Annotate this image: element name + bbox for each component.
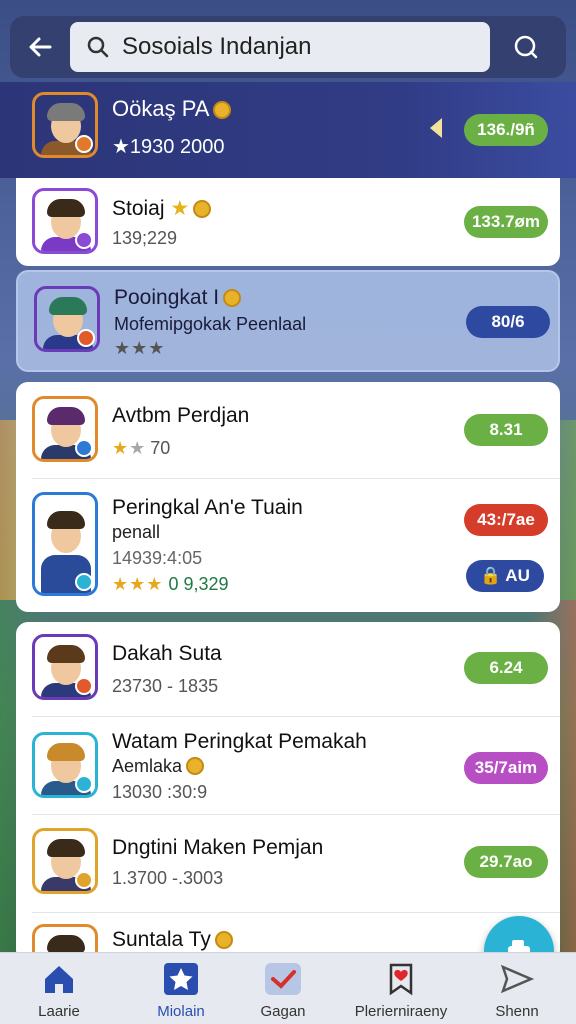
check-icon [265,963,301,995]
coin-icon [186,757,205,775]
score-pill: 43:/7ae [464,504,548,536]
current-player-row[interactable]: Oökaş PA ★1930 2000 136./9ñ [0,82,576,178]
score-pill: 6.24 [464,652,548,684]
avatar [32,396,98,462]
coin-icon [193,200,212,218]
nav-label: Gagan [260,1003,306,1020]
avatar [32,92,98,158]
coin-icon [214,931,233,949]
player-score: 13030 :30:9 [112,782,208,802]
search-query: Sosoials Indanjan [122,33,312,60]
avatar [32,634,98,700]
player-score: 1.3700 -.3003 [112,868,224,888]
player-score: 14939:4:05 [112,548,203,568]
nav-item-share[interactable]: Shenn [462,961,572,1020]
search-icon [87,36,109,58]
lock-badge[interactable]: 🔒 AU [466,560,544,592]
score-pill: 136./9ñ [464,114,548,146]
score-pill: 29.7ao [464,846,548,878]
top-bar: Sosoials Indanjan [10,16,566,78]
star-rating: ★★★ 0 9,329 [112,574,229,594]
player-score: 139;229 [112,228,178,248]
avatar [32,188,98,254]
player-score: 23730 - 1835 [112,676,219,696]
nav-label: Miolain [157,1003,205,1020]
leaderboard-card: Dakah Suta 23730 - 1835 6.24 Watam Perin… [16,622,560,962]
player-name: Stoiaj ★ [112,196,212,221]
coin-icon [213,101,232,119]
bottom-nav: Laarie Miolain Gagan Plerierniraeny Shen… [0,952,576,1024]
player-name: Peringkal An'e Tuain [112,496,303,519]
leaderboard-card: Avtbm Perdjan ★★ 70 8.31 Peringkal An'e … [16,382,560,612]
nav-item-favorites[interactable]: Plerierniraeny [336,961,466,1020]
send-icon [500,964,535,994]
avatar [34,286,100,352]
home-icon [45,966,73,993]
nav-label: Laarie [38,1003,80,1020]
nav-item-home[interactable]: Laarie [4,961,114,1020]
search-icon [514,35,538,59]
search-button[interactable] [490,16,562,78]
caret-left-icon [430,118,442,138]
player-subtitle: penall [112,522,161,542]
player-name: Avtbm Perdjan [112,404,250,427]
avatar [32,828,98,894]
player-score: ★1930 2000 [112,136,225,158]
player-name: Pooingkat I [114,286,242,310]
score-pill: 80/6 [466,306,550,338]
nav-item-games[interactable]: Gagan [228,961,338,1020]
player-name: Suntala Ty [112,928,233,952]
arrow-left-icon [29,37,52,57]
divider [32,814,560,815]
nav-label: Plerierniraeny [354,1003,448,1020]
leaderboard-card: Stoiaj ★ 139;229 133.7øm [16,178,560,266]
score-pill: 8.31 [464,414,548,446]
search-input[interactable]: Sosoials Indanjan [70,22,490,72]
star-rating: ★★★ [114,338,166,358]
coin-icon [223,289,242,307]
score-pill: 35/7aim [464,752,548,784]
player-name: Dakah Suta [112,642,222,665]
player-name: Oökaş PA [112,96,232,122]
avatar [32,732,98,798]
lock-icon: 🔒 [480,566,502,585]
highlighted-row[interactable]: Pooingkat I Mofemipgokak Peenlaal ★★★ 80… [16,270,560,372]
heart-icon [389,963,413,996]
nav-item-ranking[interactable]: Miolain [126,961,236,1020]
player-subtitle: Aemlaka [112,756,205,777]
player-name: Dngtini Maken Pemjan [112,836,324,859]
nav-label: Shenn [495,1003,539,1020]
divider [32,912,560,913]
score-pill: 133.7øm [464,206,548,238]
divider [32,716,560,717]
player-name: Watam Peringkat Pemakah [112,730,367,753]
avatar [32,492,98,596]
player-subtitle: Mofemipgokak Peenlaal [114,314,307,334]
divider [32,478,560,479]
star-icon [164,963,198,995]
player-score: ★★ 70 [112,438,171,458]
back-button[interactable] [10,16,70,78]
